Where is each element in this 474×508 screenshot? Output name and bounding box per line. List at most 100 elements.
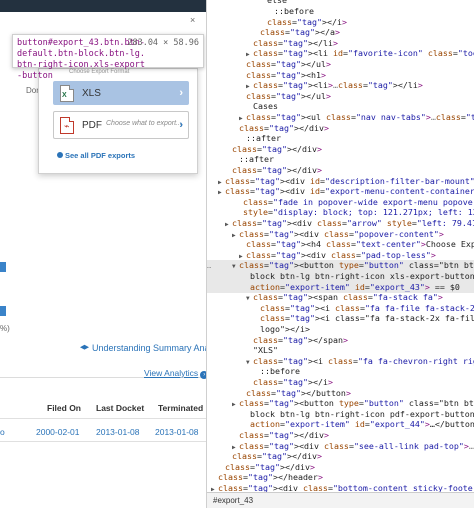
dom-line[interactable]: class="tag"></div>	[207, 451, 474, 462]
table-cell: 2013-01-08	[96, 427, 140, 437]
dom-line-text: class="tag"><h4 class="text-center">Choo…	[246, 239, 474, 250]
dom-line-text: ::after	[239, 154, 274, 165]
dom-line[interactable]: class="tag"></a>	[207, 27, 474, 38]
gutter-ellipsis: …	[207, 262, 212, 270]
excel-file-icon: X	[60, 85, 74, 102]
dom-line-text: class="tag"><div id="export-menu-content…	[225, 186, 474, 197]
dom-line-text: block btn-lg btn-right-icon pdf-export-b…	[250, 408, 474, 419]
dom-line[interactable]: class="tag"></i>	[207, 377, 474, 388]
dom-line-text: class="tag"><div class="pad-top-less">	[246, 249, 436, 260]
dom-line[interactable]: Cases	[207, 101, 474, 112]
dom-line-text: block btn-lg btn-right-icon xls-export-b…	[250, 271, 474, 281]
dom-line-text: class="tag"><i class="fa fa-chevron-righ…	[253, 355, 474, 366]
dom-line-text: class="tag"></div>	[232, 165, 322, 175]
dom-line[interactable]: ▶ class="tag"><li id="favorite-icon" clas…	[207, 48, 474, 59]
see-all-pdf-exports-link[interactable]: See all PDF exports	[57, 151, 135, 160]
dom-line[interactable]: class="tag"></div>	[207, 144, 474, 155]
inspect-tooltip: button#export_43.btn.btn-default.btn-blo…	[12, 34, 204, 81]
dom-line[interactable]: style="display: block; top: 121.271px; l…	[207, 207, 474, 218]
dom-line[interactable]: ▶ class="tag"><li>…class="tag"></li>	[207, 80, 474, 91]
pdf-sublabel: Choose what to export...	[106, 120, 182, 127]
dom-line[interactable]: ::before	[207, 366, 474, 377]
dom-line[interactable]: ▶ class="tag"><button type="button" class…	[207, 398, 474, 409]
dom-line[interactable]: class="tag"></li>	[207, 38, 474, 49]
dom-line-text: class="tag"></div>	[225, 461, 315, 472]
crumb-current[interactable]: #export_43	[213, 496, 253, 505]
dom-line[interactable]: ▼ class="tag"><span class="fa-stack fa">	[207, 292, 474, 303]
dom-line-text: class="tag"><i class="fa fa-file fa-stac…	[260, 302, 474, 313]
dom-line[interactable]: class="tag"><h1>	[207, 70, 474, 81]
dom-line[interactable]: class="tag"></i>	[207, 17, 474, 28]
dom-line-text: class="tag"></ul>	[246, 59, 331, 69]
dom-line[interactable]: ::before	[207, 6, 474, 17]
dom-line[interactable]: class="tag"></div>	[207, 165, 474, 176]
dom-line[interactable]: ▼ class="tag"><button type="button" class…	[207, 260, 474, 272]
dom-line-text: action="export-item" id="export_44">…</b…	[250, 419, 474, 430]
devtools-elements-panel: else ::before class="tag"></i> class="tag"…	[206, 0, 474, 508]
dom-line[interactable]: ▶ class="tag"><div class="pad-top-less">	[207, 250, 474, 261]
dom-line[interactable]: ::after	[207, 154, 474, 165]
dom-line-text: ::after	[246, 133, 281, 144]
dom-line[interactable]: class="tag"></span>	[207, 335, 474, 346]
dom-line-text: class="tag"><li>…class="tag"></li>	[253, 80, 423, 91]
dom-line[interactable]: class="tag"></ul>	[207, 59, 474, 70]
dom-line[interactable]: ▶ class="tag"><div class="arrow" style="l…	[207, 218, 474, 229]
dom-line[interactable]: class="tag"></ul>	[207, 91, 474, 102]
dom-line[interactable]: block btn-lg btn-right-icon pdf-export-b…	[207, 409, 474, 420]
table-cell[interactable]: o	[0, 427, 5, 437]
dom-line[interactable]: ::after	[207, 133, 474, 144]
dom-line[interactable]: class="tag"></div>	[207, 462, 474, 473]
dom-line[interactable]: action="export-item" id="export_43"> == …	[207, 281, 474, 293]
dom-line[interactable]: block btn-lg btn-right-icon xls-export-b…	[207, 271, 474, 282]
info-icon	[57, 152, 63, 158]
dom-line-text: class="tag"></ul>	[246, 90, 331, 101]
dom-line-text: ::before	[260, 366, 300, 377]
dom-line-text: action="export-item" id="export_43"> == …	[250, 281, 460, 292]
dom-line[interactable]: class="tag"><i class="fa fa-file fa-stac…	[207, 303, 474, 314]
dom-line-text: logo"></i>	[260, 324, 310, 334]
view-analytics-link[interactable]: View Analytics ›	[144, 368, 206, 379]
dom-line-text: class="tag"></span>	[253, 334, 348, 345]
breadcrumb: #export_43	[207, 492, 474, 508]
dom-line-text: class="tag"></a>	[260, 27, 340, 38]
tooltip-size: 283.04 × 58.96	[127, 38, 199, 48]
pdf-label: PDF	[82, 120, 102, 131]
dom-line[interactable]: class="tag"></div>	[207, 123, 474, 134]
dom-line-text: class="fade in popover-wide export-menu …	[243, 196, 474, 207]
dom-line[interactable]: class="tag"></div>	[207, 430, 474, 441]
dom-line[interactable]: class="tag"></button>	[207, 388, 474, 399]
dom-line[interactable]: ▼ class="tag"><i class="fa fa-chevron-rig…	[207, 356, 474, 367]
dom-line[interactable]: ▶ class="tag"><div id="description-filter…	[207, 176, 474, 187]
dom-line[interactable]: "XLS"	[207, 345, 474, 356]
tooltip-selector: button#export_43.btn.btn-default.btn-blo…	[17, 38, 145, 81]
dom-line[interactable]: ▶ class="tag"><div id="export-menu-conten…	[207, 186, 474, 197]
dom-line[interactable]: action="export-item" id="export_44">…</b…	[207, 419, 474, 430]
export-popover: Choose Export Format X XLS › ⌁ PDF Choos…	[38, 68, 198, 174]
understanding-analytics-link[interactable]: Understanding Summary Analytics	[80, 343, 206, 353]
dom-line-text: ::before	[274, 6, 314, 16]
dom-line-text: class="tag"><button type="button" class=…	[239, 398, 474, 409]
dom-line[interactable]: logo"></i>	[207, 324, 474, 335]
dom-line-text: class="tag"></i>	[267, 16, 347, 27]
page-bar	[0, 262, 6, 272]
dom-line[interactable]: class="tag"></header>	[207, 472, 474, 483]
dom-line-text: class="tag"></div>	[232, 143, 322, 154]
dom-line[interactable]: class="tag"><h4 class="text-center">Choo…	[207, 239, 474, 250]
dom-line[interactable]: class="tag"><i class="fa fa-stack-2x fa-…	[207, 313, 474, 324]
pdf-file-icon: ⌁	[60, 117, 74, 134]
dom-line[interactable]: ▶ class="tag"><div class="see-all-link pa…	[207, 441, 474, 452]
dom-line-text: "XLS"	[253, 345, 278, 356]
dom-line[interactable]: ▶ class="tag"><div class="popover-content…	[207, 229, 474, 240]
dom-line[interactable]: ▶ class="tag"><ul class="nav nav-tabs">…c…	[207, 112, 474, 123]
xls-export-button[interactable]: X XLS ›	[53, 81, 189, 105]
close-icon[interactable]: ×	[190, 15, 195, 25]
table-row[interactable]: o 2000-02-01 2013-01-08 2013-01-08	[0, 418, 206, 442]
chevron-right-icon: ›	[179, 119, 183, 131]
dom-line-text: class="tag"></li>	[253, 37, 338, 48]
dom-line-text: class="tag"><span class="fa-stack fa">	[253, 292, 443, 303]
dom-line-text: class="tag"><div id="description-filter-…	[225, 175, 474, 186]
dom-line-text: class="tag"><li id="favorite-icon" class…	[253, 48, 474, 59]
dom-line[interactable]: class="fade in popover-wide export-menu …	[207, 197, 474, 208]
dom-line-text: class="tag"><h1>	[246, 69, 326, 80]
pdf-export-button[interactable]: ⌁ PDF Choose what to export... ›	[53, 111, 189, 139]
